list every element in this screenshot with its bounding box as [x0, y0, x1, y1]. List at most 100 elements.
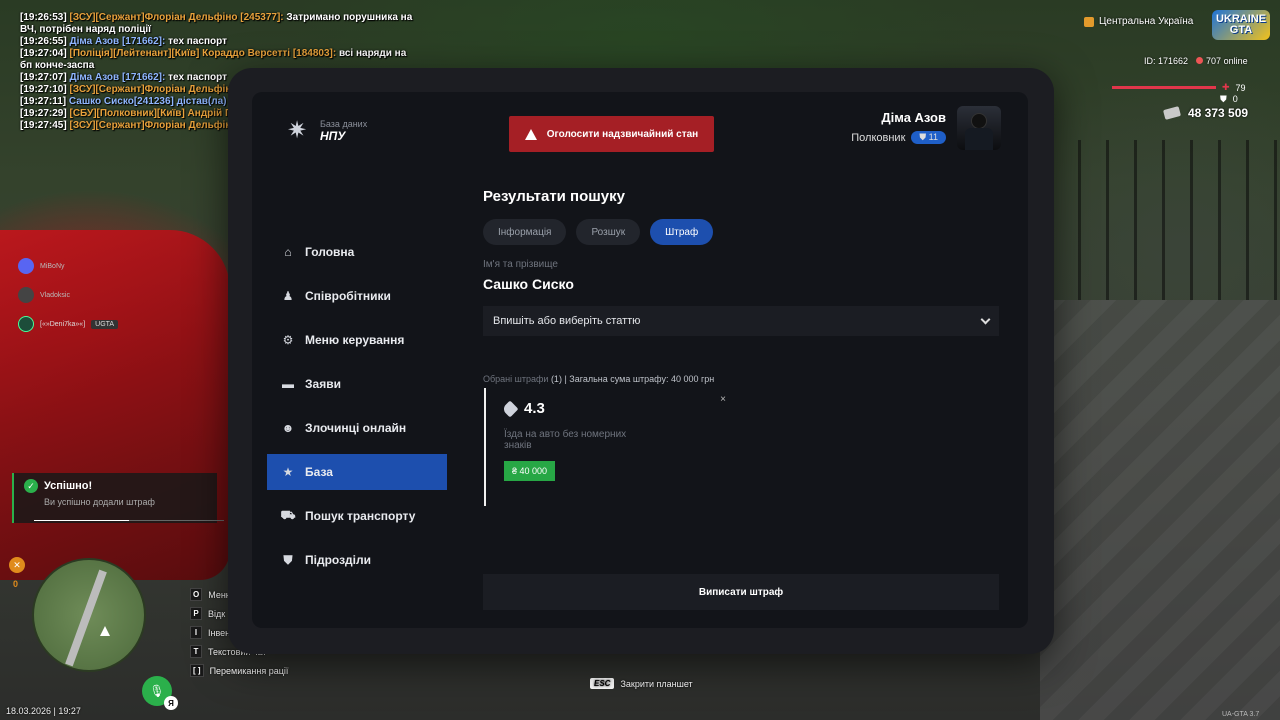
mask-icon: ☻	[281, 421, 295, 435]
page-title: Результати пошуку	[483, 188, 625, 205]
minimap	[32, 558, 146, 672]
health-value: 79	[1235, 82, 1246, 93]
player-arrow-icon	[100, 626, 110, 636]
sidebar-item-label: Злочинці онлайн	[305, 421, 407, 435]
fine-amount: ₴ 40 000	[504, 461, 556, 481]
folder-icon: ▬	[282, 377, 294, 391]
toast-message: Ви успішно додали штраф	[44, 497, 155, 507]
sidebar-item-label: Підрозділи	[305, 553, 371, 567]
issue-fine-button[interactable]: Виписати штраф	[483, 574, 999, 610]
sidebar-item-label: Пошук транспорту	[305, 509, 416, 523]
sidebar-item-manage[interactable]: ⚙ Меню керування	[267, 322, 447, 358]
tab-0[interactable]: Інформація	[483, 219, 567, 245]
chat-line: [19:26:55] Діма Азов [171662]: тех паспо…	[20, 36, 227, 47]
armor-value: 0	[1232, 94, 1238, 104]
tab-1[interactable]: Розшук	[576, 219, 641, 245]
online-icon	[1196, 57, 1204, 64]
armor-indicator: ⛊ 0	[1220, 94, 1238, 105]
car-icon: ⛟	[280, 508, 296, 522]
sidebar-item-home[interactable]: ⌂ Головна	[267, 234, 447, 270]
result-tabs: Інформація Розшук Штраф	[483, 219, 999, 245]
sidebar-item-label: Співробітники	[305, 289, 391, 303]
voice-user: MiBoNy	[18, 258, 118, 274]
gear-icon: ⚙	[282, 333, 294, 347]
avatar[interactable]	[957, 106, 1001, 150]
brand-title: НПУ	[320, 129, 346, 143]
player-id: ID: 171662	[1144, 56, 1189, 66]
health-icon: ✚	[1222, 82, 1230, 92]
money-value: 48 373 509	[1188, 106, 1249, 120]
emergency-button[interactable]: Оголосити надзвичайний стан	[509, 116, 714, 152]
close-tablet-label: Закрити планшет	[620, 678, 693, 689]
sidebar-item-units[interactable]: ⛊ Підрозділи	[267, 542, 447, 578]
success-toast: ✓ Успішно! Ви успішно додали штраф	[12, 473, 224, 523]
brand-subtitle: База даних	[320, 119, 368, 129]
key-cap: I	[190, 626, 202, 639]
game-fence-background	[1050, 140, 1280, 300]
police-star-icon: ✷	[286, 117, 308, 144]
hunger-icon: ✕	[9, 557, 25, 573]
home-icon: ⌂	[284, 245, 292, 259]
tag-icon	[501, 400, 519, 417]
selected-fines-summary: Обрані штрафи (1) | Загальна сума штрафу…	[483, 374, 715, 384]
name-label: Ім'я та прізвище	[483, 259, 558, 270]
fine-description: Їзда на авто без номерних знаків	[504, 429, 627, 451]
warning-icon	[524, 128, 537, 140]
sidebar-item-label: Меню керування	[305, 333, 405, 347]
key-cap: T	[190, 645, 202, 658]
health-fill	[1112, 86, 1216, 89]
users-icon: ♟	[282, 289, 294, 303]
hunger-value: 0	[13, 579, 19, 589]
money-display: 48 373 509	[1162, 106, 1249, 120]
shield-icon: ⛊	[283, 552, 293, 567]
region-indicator: Центральна Україна	[1084, 16, 1193, 27]
esc-key: ESC	[590, 678, 615, 689]
region-name: Центральна Україна	[1099, 16, 1194, 27]
remove-fine-button[interactable]: ×	[720, 394, 726, 405]
chat-line: [19:26:53] [ЗСУ][Сержант]Флоріан Дельфін…	[20, 12, 413, 35]
voice-user: [«»Deni7ka»«] UGTA	[18, 316, 119, 332]
close-tablet-hint: ESC Закрити планшет	[590, 678, 693, 689]
key-cap: O	[190, 588, 203, 601]
tab-2[interactable]: Штраф	[650, 219, 714, 245]
fine-card: × 4.3 Їзда на авто без номерних знаків ₴…	[484, 388, 734, 506]
key-label: Відк	[208, 608, 226, 619]
sidebar-item-vehicle[interactable]: ⛟ Пошук транспорту	[267, 498, 447, 534]
armor-icon: ⛊	[1220, 94, 1227, 104]
sidebar-item-staff[interactable]: ♟ Співробітники	[267, 278, 447, 314]
region-icon	[1084, 16, 1094, 27]
game-logo: UKRAINE GTA	[1212, 10, 1270, 40]
sidebar-item-criminals[interactable]: ☻ Злочинці онлайн	[267, 410, 447, 446]
user-rank-line: Полковник ⛊ 11	[851, 131, 946, 144]
emergency-button-label: Оголосити надзвичайний стан	[546, 128, 699, 140]
sidebar-item-label: Заяви	[305, 377, 341, 391]
mic-key: Я	[164, 696, 178, 710]
brand: ✷ База даних НПУ	[284, 118, 367, 144]
health-bar: ✚ 79	[1112, 82, 1246, 93]
chevron-down-icon	[980, 314, 991, 324]
sidebar-item-base[interactable]: ★ База	[267, 454, 447, 490]
sidebar-item-requests[interactable]: ▬ Заяви	[267, 366, 447, 402]
date-time: 18.03.2026 | 19:27	[6, 706, 81, 716]
player-id-line: ID: 171662 707 online	[1144, 56, 1248, 66]
sidebar-nav: ⌂ Головна ♟ Співробітники ⚙ Меню керування ▬ За…	[267, 234, 447, 586]
avatar	[18, 316, 34, 332]
voice-user: Vladoksic	[18, 287, 118, 303]
check-icon: ✓	[24, 479, 38, 493]
fine-code: 4.3	[524, 400, 545, 417]
minimap-road	[65, 569, 107, 667]
money-icon	[1162, 106, 1182, 120]
search-results: Результати пошуку Інформація Розшук Штраф …	[483, 188, 999, 384]
user-rank: Полковник	[851, 131, 906, 144]
toast-progress	[34, 520, 224, 521]
avatar	[18, 287, 34, 303]
user-name: Діма Азов	[881, 110, 946, 125]
keybind-hint: [ ] Перемикання рації	[190, 664, 288, 677]
microphone-icon: 🎙 Я	[142, 676, 178, 710]
online-count: 707 online	[1196, 56, 1248, 66]
game-pavement-background	[1040, 300, 1280, 720]
sidebar-item-label: База	[305, 465, 333, 479]
key-cap: [ ]	[190, 664, 204, 677]
toast-title: Успішно!	[44, 480, 93, 492]
article-select[interactable]: Впишіть або виберіть статтю	[483, 306, 999, 336]
